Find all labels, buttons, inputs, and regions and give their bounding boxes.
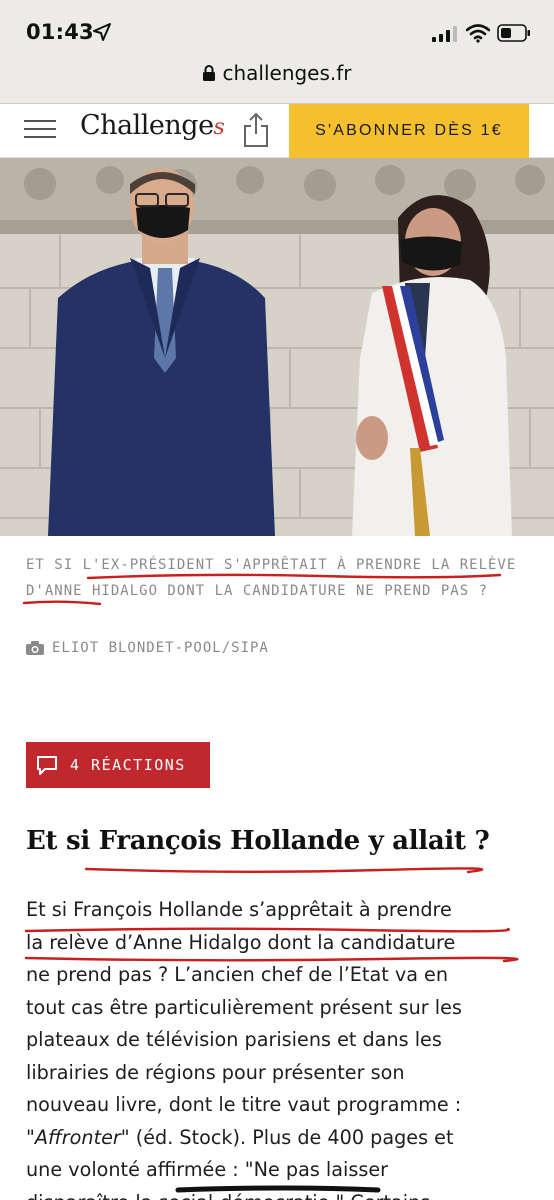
location-arrow-icon: [93, 23, 111, 41]
body-line: librairies de régions pour présenter son: [26, 1060, 405, 1084]
status-time: 01:43: [26, 20, 94, 44]
article-body: Et si François Hollande s’apprêtait à pr…: [26, 894, 536, 1200]
reactions-label: 4 RÉACTIONS: [70, 756, 186, 774]
photo-credit-text: ELIOT BLONDET-POOL/SIPA: [52, 640, 269, 656]
body-line: Et si François Hollande s’apprêtait à pr…: [26, 898, 452, 921]
body-line: "Affronter" (éd. Stock). Plus de 400 pag…: [26, 1122, 536, 1155]
share-icon[interactable]: [242, 112, 270, 148]
body-line: tout cas être particulièrement présent s…: [26, 995, 462, 1019]
site-header: Challenges S'ABONNER DÈS 1€: [0, 104, 554, 158]
site-logo[interactable]: Challenges: [80, 110, 225, 141]
photo-credit: ELIOT BLONDET-POOL/SIPA: [26, 638, 269, 658]
body-line-rest: (éd. Stock). Plus de 400 pages et: [129, 1125, 454, 1149]
body-line: plateaux de télévision parisiens et dans…: [26, 1028, 442, 1051]
hero-photo: [0, 158, 554, 536]
hero-image: [0, 158, 554, 536]
book-title: "Affronter": [26, 1125, 130, 1149]
body-line: ne prend pas ? L’ancien chef de l’Etat v…: [26, 963, 449, 986]
body-line: disparaître la social-démocratie." Certa…: [26, 1187, 536, 1200]
logo-suffix: s: [213, 115, 225, 140]
cell-signal-icon: [432, 26, 457, 42]
ios-status-bar: 01:43 challenges.fr: [0, 0, 554, 104]
body-line: une volonté affirmée : "Ne pas laisser: [26, 1158, 389, 1181]
lock-icon: [203, 65, 216, 81]
reactions-button[interactable]: 4 RÉACTIONS: [26, 742, 210, 788]
photo-caption: ET SI L'EX-PRÉSIDENT S'APPRÊTAIT À PREND…: [26, 557, 517, 599]
camera-icon: [26, 641, 44, 655]
article-headline: Et si François Hollande y allait ?: [26, 826, 490, 856]
url-text: challenges.fr: [222, 61, 352, 85]
address-bar[interactable]: challenges.fr: [0, 56, 554, 90]
logo-text: Challenge: [80, 110, 214, 141]
body-line: nouveau livre, dont le titre vaut progra…: [26, 1093, 462, 1116]
battery-icon: [497, 24, 530, 42]
comment-icon: [37, 756, 57, 775]
body-line: la relève d’Anne Hidalgo dont la candida…: [26, 930, 456, 954]
annotation-underline: [84, 867, 484, 874]
subscribe-button[interactable]: S'ABONNER DÈS 1€: [289, 104, 529, 158]
menu-icon[interactable]: [24, 116, 56, 140]
wifi-icon: [466, 24, 490, 43]
